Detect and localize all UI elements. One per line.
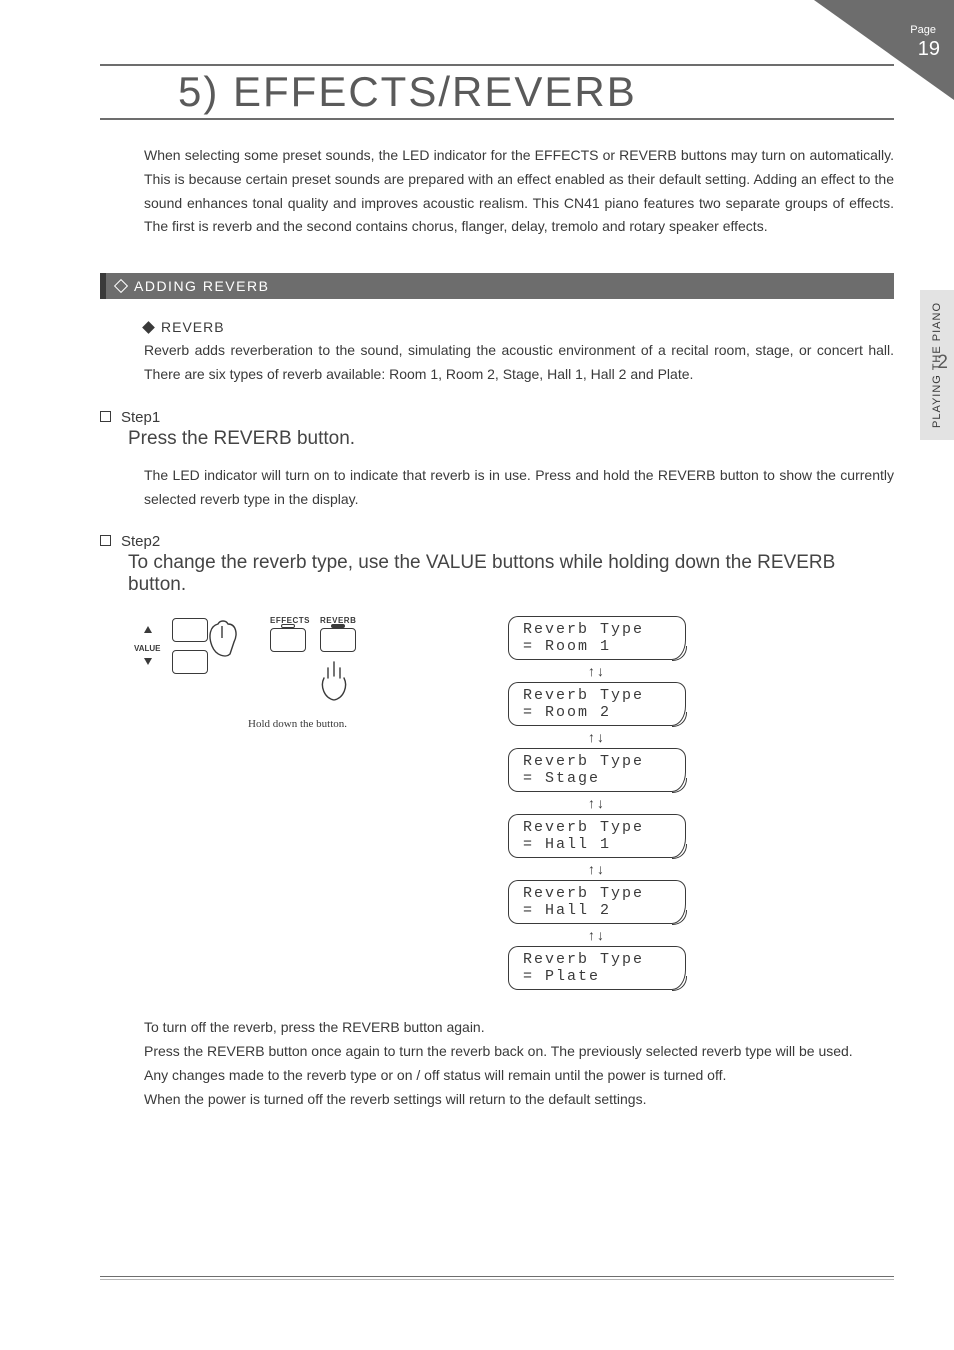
closing-paragraphs: To turn off the reverb, press the REVERB… [144,1016,894,1111]
lcd-display: Reverb Type = Room 1 [508,616,686,660]
value-up-button [172,618,208,642]
section-adding-reverb: ADDING REVERB [100,273,894,299]
square-outline-icon [100,411,111,422]
controls-illustration: VALUE EFFECTS REVERB Hold down the butto… [128,616,398,756]
lcd-line2: = Stage [523,770,685,787]
closing-line: Any changes made to the reverb type or o… [144,1064,894,1088]
lcd-display: Reverb Type = Hall 2 [508,880,686,924]
page-number: 19 [918,38,940,61]
up-down-arrows-icon: ↑↓ [588,730,606,744]
lcd-line1: Reverb Type [523,687,685,704]
lcd-stack: Reverb Type = Room 1 ↑↓ Reverb Type = Ro… [508,616,686,990]
page-title: 5) EFFECTS/REVERB [178,68,637,116]
lcd-line2: = Hall 2 [523,902,685,919]
step1-action: Press the REVERB button. [128,428,894,450]
lcd-display: Reverb Type = Room 2 [508,682,686,726]
chapter-number: 2 [937,352,948,374]
hand-hold-icon [316,660,352,709]
reverb-heading: REVERB [161,319,225,335]
lcd-line1: Reverb Type [523,753,685,770]
closing-line: When the power is turned off the reverb … [144,1088,894,1112]
page-word: Page [910,24,936,36]
up-down-arrows-icon: ↑↓ [588,928,606,942]
lcd-line2: = Hall 1 [523,836,685,853]
lcd-line1: Reverb Type [523,819,685,836]
diamond-solid-icon [142,321,155,334]
intro-paragraph: When selecting some preset sounds, the L… [144,144,894,239]
up-down-arrows-icon: ↑↓ [588,862,606,876]
footer-rules [100,1276,894,1280]
effects-button [270,628,306,652]
step2-label: Step2 [121,533,160,550]
lcd-line1: Reverb Type [523,885,685,902]
reverb-button [320,628,356,652]
lcd-line1: Reverb Type [523,951,685,968]
value-label: VALUE [134,644,161,653]
triangle-up-icon [144,626,152,633]
hold-caption: Hold down the button. [248,718,347,730]
diamond-outline-icon [114,279,128,293]
section-title: ADDING REVERB [134,278,269,294]
up-down-arrows-icon: ↑↓ [588,664,606,678]
closing-line: Press the REVERB button once again to tu… [144,1040,894,1064]
lcd-display: Reverb Type = Hall 1 [508,814,686,858]
lcd-display: Reverb Type = Plate [508,946,686,990]
square-outline-icon [100,535,111,546]
step2-action: To change the reverb type, use the VALUE… [128,552,894,596]
reverb-description: Reverb adds reverberation to the sound, … [144,339,894,387]
hand-press-icon [206,616,242,665]
up-down-arrows-icon: ↑↓ [588,796,606,810]
lcd-line2: = Room 2 [523,704,685,721]
closing-line: To turn off the reverb, press the REVERB… [144,1016,894,1040]
lcd-line1: Reverb Type [523,621,685,638]
step1-description: The LED indicator will turn on to indica… [144,464,894,512]
lcd-line2: = Plate [523,968,685,985]
value-down-button [172,650,208,674]
lcd-display: Reverb Type = Stage [508,748,686,792]
triangle-down-icon [144,658,152,665]
lcd-line2: = Room 1 [523,638,685,655]
step1-label: Step1 [121,409,160,426]
